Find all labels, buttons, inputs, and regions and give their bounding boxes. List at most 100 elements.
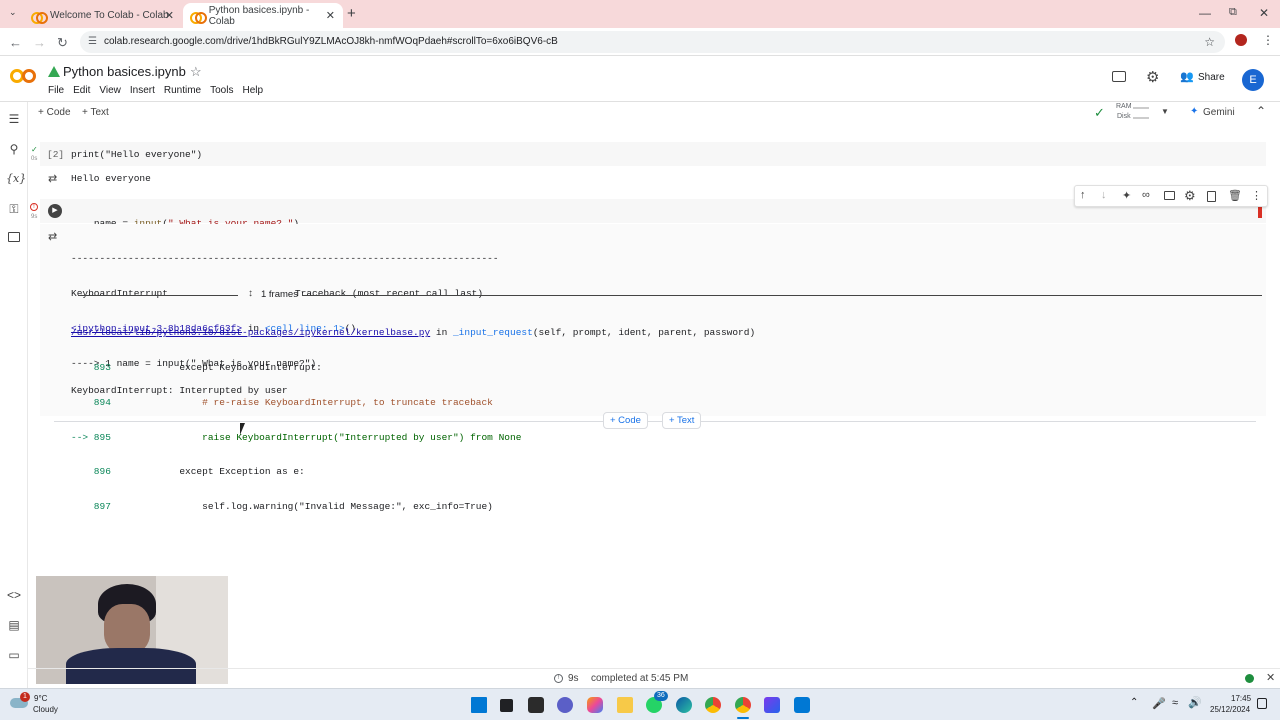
- runtime-connected-dot: [1245, 674, 1254, 683]
- settings-icon[interactable]: ⚙: [1146, 68, 1159, 86]
- browser-menu-icon[interactable]: ⋮: [1262, 33, 1274, 47]
- bookmark-star-icon[interactable]: ☆: [1204, 31, 1215, 53]
- close-tab-icon[interactable]: ✕: [326, 9, 335, 22]
- link-icon[interactable]: ∞: [1142, 189, 1150, 201]
- notifications-icon[interactable]: [1257, 698, 1267, 709]
- settings-icon[interactable]: ⚙: [1184, 188, 1196, 204]
- line-text: # re-raise KeyboardInterrupt, to truncat…: [110, 396, 493, 408]
- insert-code-button[interactable]: + Code: [603, 412, 648, 429]
- task-view-icon[interactable]: [528, 697, 544, 713]
- more-icon[interactable]: ⋮: [1251, 189, 1262, 202]
- user-avatar[interactable]: E: [1242, 69, 1264, 91]
- microphone-icon[interactable]: 🎤: [1152, 697, 1166, 710]
- run-cell-button[interactable]: ▶: [48, 204, 62, 218]
- error-name: KeyboardInterrupt: [71, 287, 168, 299]
- minimize-icon[interactable]: —: [1199, 6, 1211, 20]
- chrome-profile-icon[interactable]: [735, 697, 751, 713]
- gemini-button[interactable]: Gemini: [1203, 107, 1235, 118]
- output-toggle-icon[interactable]: ⇄: [48, 230, 57, 243]
- tab-list-chevron-icon[interactable]: ⌄: [9, 7, 17, 18]
- insert-text-button[interactable]: + Text: [662, 412, 702, 429]
- chat-icon[interactable]: [557, 697, 573, 713]
- secrets-key-icon[interactable]: ⚿: [6, 202, 22, 217]
- address-bar-row: ← → ↻ ☰ colab.research.google.com/drive/…: [0, 28, 1280, 56]
- mail-app-icon[interactable]: [794, 697, 810, 713]
- menu-runtime[interactable]: Runtime: [164, 85, 201, 96]
- frame-line: 894 # re-raise KeyboardInterrupt, to tru…: [71, 397, 755, 409]
- frames-divider-right: [302, 295, 1262, 296]
- command-palette-icon[interactable]: ▤: [6, 618, 22, 632]
- move-down-icon[interactable]: ↓: [1101, 189, 1107, 201]
- tab-title: Welcome To Colab - Colab: [50, 10, 169, 21]
- menu-view[interactable]: View: [99, 85, 121, 96]
- close-window-icon[interactable]: ✕: [1259, 6, 1269, 20]
- kernelbase-link[interactable]: /usr/local/lib/python3.10/dist-packages/…: [71, 327, 430, 338]
- file-explorer-icon[interactable]: [617, 697, 633, 713]
- runtime-dropdown-icon[interactable]: ▼: [1161, 107, 1169, 116]
- toc-icon[interactable]: ☰: [6, 112, 22, 126]
- back-icon[interactable]: ←: [9, 35, 22, 50]
- taskbar-search-icon[interactable]: [500, 699, 513, 712]
- line-number: 893: [71, 361, 111, 373]
- share-icon[interactable]: 👥: [1180, 70, 1194, 83]
- gemini-sparkle-icon[interactable]: ✦: [1122, 189, 1131, 202]
- menu-insert[interactable]: Insert: [130, 85, 155, 96]
- forward-icon[interactable]: →: [33, 35, 46, 50]
- tray-chevron-icon[interactable]: ⌃: [1130, 697, 1138, 708]
- wifi-icon[interactable]: ≈: [1172, 697, 1178, 709]
- frames-toggle[interactable]: 1 frames: [261, 289, 298, 300]
- mirror-cell-icon[interactable]: [1207, 191, 1216, 202]
- chrome-icon[interactable]: [705, 697, 721, 713]
- star-icon[interactable]: ☆: [190, 64, 202, 80]
- terminal-icon[interactable]: ▭: [6, 648, 22, 662]
- comment-icon[interactable]: [1164, 191, 1175, 200]
- url-field[interactable]: ☰ colab.research.google.com/drive/1hdBkR…: [80, 31, 1225, 53]
- menu-tools[interactable]: Tools: [210, 85, 233, 96]
- move-up-icon[interactable]: ↑: [1080, 189, 1086, 201]
- variables-icon[interactable]: {x}: [6, 172, 26, 185]
- clock-date[interactable]: 25/12/2024: [1210, 705, 1250, 714]
- tab-python-basices[interactable]: Python basices.ipynb - Colab ✕: [183, 3, 343, 28]
- colab-logo[interactable]: [10, 69, 38, 85]
- status-time: 9s: [568, 673, 579, 684]
- comments-icon[interactable]: [1112, 71, 1126, 82]
- restore-icon[interactable]: ⧉: [1229, 6, 1237, 19]
- expand-frames-icon[interactable]: ↕: [248, 288, 253, 299]
- cell-separator-line: [54, 421, 1256, 422]
- menu-edit[interactable]: Edit: [73, 85, 90, 96]
- final-error-message: KeyboardInterrupt: Interrupted by user: [71, 385, 288, 396]
- line-number: 896: [71, 466, 111, 478]
- new-tab-icon[interactable]: +: [347, 5, 356, 22]
- status-bar: ! 9s completed at 5:45 PM ✕: [28, 668, 1280, 688]
- add-text-button[interactable]: + Text: [82, 107, 109, 118]
- close-tab-icon[interactable]: ✕: [165, 9, 174, 22]
- start-windows-icon[interactable]: [471, 697, 487, 713]
- output-toggle-icon[interactable]: ⇄: [48, 172, 57, 185]
- profile-icon[interactable]: [1235, 34, 1247, 46]
- cell-source[interactable]: print("Hello everyone"): [71, 149, 202, 160]
- delete-icon[interactable]: 🗑: [1228, 189, 1242, 202]
- search-icon[interactable]: ⚲: [6, 142, 22, 156]
- clock-time[interactable]: 17:45: [1231, 694, 1251, 703]
- notebook-title[interactable]: Python basices.ipynb: [63, 64, 186, 79]
- share-button[interactable]: Share: [1198, 72, 1225, 83]
- reload-icon[interactable]: ↻: [57, 35, 68, 51]
- menu-file[interactable]: File: [48, 85, 64, 96]
- site-info-icon[interactable]: ☰: [88, 31, 97, 53]
- code-snippets-icon[interactable]: <>: [6, 588, 22, 602]
- folder-icon[interactable]: [8, 232, 20, 242]
- menu-help[interactable]: Help: [242, 85, 263, 96]
- ram-meter: [1133, 107, 1149, 109]
- tab-welcome[interactable]: Welcome To Colab - Colab ✕: [24, 3, 182, 28]
- volume-icon[interactable]: 🔊: [1188, 696, 1202, 709]
- close-status-icon[interactable]: ✕: [1266, 671, 1275, 684]
- stream-app-icon[interactable]: [764, 697, 780, 713]
- code-cell[interactable]: [2] print("Hello everyone"): [40, 142, 1266, 166]
- disk-label: Disk: [1117, 113, 1131, 120]
- copilot-icon[interactable]: [587, 697, 603, 713]
- collapse-chevron-icon[interactable]: ⌃: [1256, 104, 1266, 118]
- disk-meter: [1133, 117, 1149, 119]
- frame-args: (self, prompt, ident, parent, password): [532, 327, 756, 339]
- add-code-button[interactable]: + Code: [38, 107, 71, 118]
- edge-icon[interactable]: [676, 697, 692, 713]
